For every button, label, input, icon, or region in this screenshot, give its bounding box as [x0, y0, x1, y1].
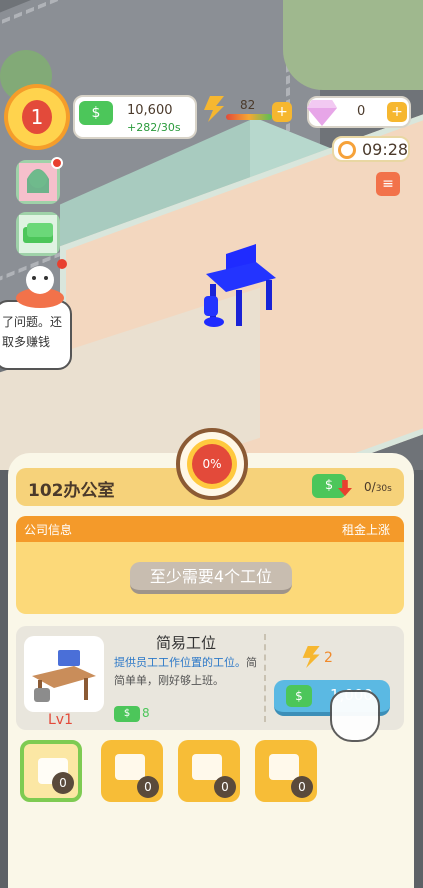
room-progress-value: 0% [192, 444, 232, 484]
room-income-rate: $ 0/30s [312, 474, 396, 500]
slot-count: 0 [214, 776, 236, 798]
item-level: Lv1 [48, 712, 73, 728]
simple-desk-image [24, 636, 104, 712]
desk-slot-4[interactable]: 0 [255, 740, 317, 802]
add-gems-button[interactable]: + [387, 102, 407, 122]
desk-slot-3[interactable]: 0 [178, 740, 240, 802]
desk-placement-preview[interactable] [196, 244, 278, 330]
cash-icon: $ [286, 685, 312, 707]
energy-display[interactable]: 82 + [204, 96, 292, 130]
timer-display: 09:28 [332, 136, 410, 162]
item-description-highlight: 提供员工工作位置的工位。 [114, 656, 246, 669]
desk-icon [192, 754, 222, 780]
energy-value: 82 [240, 98, 256, 112]
bubble-text: 了问题。还 取多赚钱 [2, 315, 63, 349]
cash-icon: $ [312, 474, 346, 498]
requirement-button[interactable]: 至少需要4个工位 [130, 562, 292, 594]
company-info-label: 公司信息 [24, 523, 73, 537]
desk-slot-1[interactable]: 0 [20, 740, 82, 802]
level-value: 1 [22, 100, 52, 134]
cash-reward-button[interactable] [16, 212, 60, 256]
clock-icon [338, 141, 356, 159]
menu-button[interactable]: ≡ [376, 172, 400, 196]
lightning-icon [302, 646, 320, 668]
item-description: 提供员工工作位置的工位。简简单单，刚好够上班。 [114, 654, 260, 690]
grass [283, 0, 423, 90]
character-icon [19, 163, 57, 201]
rate-unit: 30s [375, 484, 392, 494]
money-display[interactable]: $ 10,600 +282/30s [73, 95, 197, 139]
lightning-icon [204, 96, 224, 122]
gem-value: 0 [357, 104, 366, 119]
slot-count: 0 [291, 776, 313, 798]
timer-value: 09:28 [362, 140, 409, 159]
money-value: 10,600 [127, 103, 173, 118]
cash-icon: $ [79, 101, 113, 125]
rate-value: 0/ [364, 480, 376, 494]
treasure-pot-icon[interactable] [12, 258, 68, 308]
desk-icon [115, 754, 145, 780]
item-divider [264, 634, 266, 722]
office-scene: 了问题。还 取多赚钱 [0, 0, 423, 470]
rent-increase-label: 租金上涨 [341, 523, 390, 537]
slot-count: 0 [52, 772, 74, 794]
item-income: 8 [142, 706, 150, 720]
slot-count: 0 [137, 776, 159, 798]
item-energy-cost: 2 [324, 650, 333, 666]
level-badge[interactable]: 1 [8, 88, 66, 146]
cash-stack-icon [19, 215, 57, 253]
add-energy-button[interactable]: + [272, 102, 292, 122]
room-progress-badge: 0% [176, 428, 248, 500]
diamond-icon [307, 100, 337, 126]
desk-icon [269, 754, 299, 780]
desk-icon [32, 650, 96, 702]
money-rate: +282/30s [127, 121, 181, 134]
company-info-header: 公司信息 租金上涨 [16, 516, 404, 542]
gem-display[interactable]: 0 + [307, 96, 411, 128]
pointing-hand-icon [330, 690, 380, 742]
room-title: 102办公室 [28, 481, 115, 501]
desk-slot-2[interactable]: 0 [101, 740, 163, 802]
notification-dot [51, 157, 63, 169]
energy-bar [226, 114, 272, 120]
character-avatar-button[interactable] [16, 157, 63, 204]
cash-icon: $ [114, 706, 140, 722]
item-name: 简易工位 [156, 634, 217, 652]
speech-bubble: 了问题。还 取多赚钱 [0, 300, 72, 370]
